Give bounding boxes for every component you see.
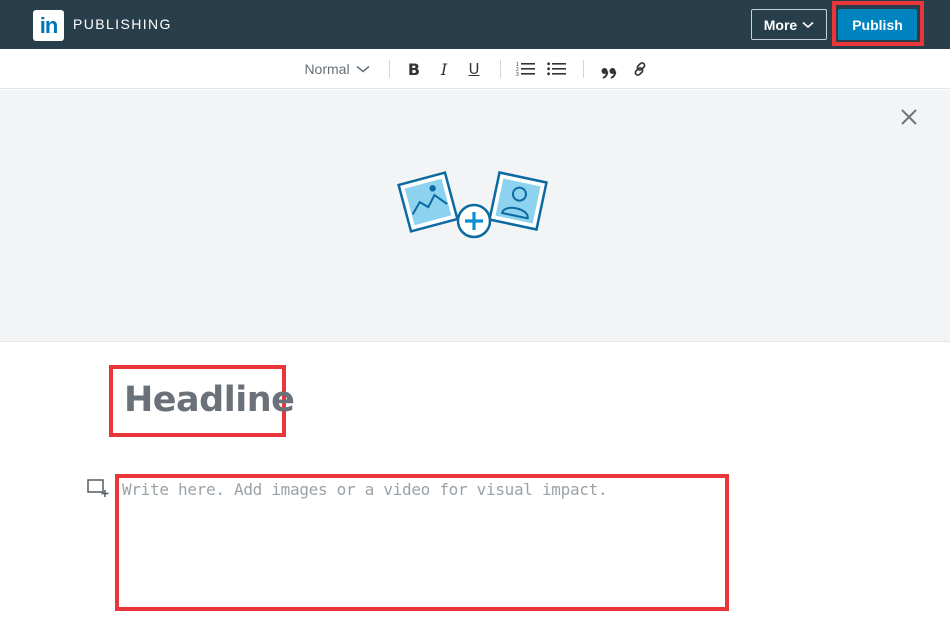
link-button[interactable] xyxy=(629,49,651,89)
linkedin-logo-icon[interactable]: in xyxy=(33,10,64,41)
toolbar-divider xyxy=(583,60,584,78)
brand-title: PUBLISHING xyxy=(73,16,172,32)
add-cover-image-icon[interactable] xyxy=(396,165,552,245)
quote-button[interactable] xyxy=(598,49,620,89)
toolbar-divider xyxy=(389,60,390,78)
bold-button[interactable]: B xyxy=(404,49,424,89)
chevron-down-icon xyxy=(356,65,370,73)
paragraph-style-select[interactable]: Normal xyxy=(298,49,376,89)
numbered-list-button[interactable]: 1 2 3 xyxy=(515,49,537,89)
insert-media-icon[interactable] xyxy=(86,478,110,498)
more-label: More xyxy=(763,16,798,33)
paragraph-style-value: Normal xyxy=(304,61,350,77)
numbered-list-icon: 1 2 3 xyxy=(516,62,535,77)
quote-icon xyxy=(601,68,617,79)
italic-button[interactable]: I xyxy=(434,49,454,89)
toolbar-divider xyxy=(500,60,501,78)
formatting-toolbar: Normal B I U 1 2 3 xyxy=(0,49,950,89)
chevron-down-icon xyxy=(802,21,814,28)
article-body-input[interactable]: Write here. Add images or a video for vi… xyxy=(122,480,608,499)
publish-button[interactable]: Publish xyxy=(838,9,917,40)
headline-input[interactable]: Headline xyxy=(124,380,295,420)
bullet-list-button[interactable] xyxy=(546,49,568,89)
link-icon xyxy=(634,62,646,76)
bullet-list-icon xyxy=(547,62,566,76)
close-icon[interactable] xyxy=(896,104,922,130)
logo-text: in xyxy=(39,13,59,38)
publishing-editor: in PUBLISHING More Publish Normal B I U … xyxy=(0,0,950,626)
underline-button[interactable]: U xyxy=(464,49,484,89)
top-bar: in PUBLISHING More Publish xyxy=(0,0,950,49)
svg-text:3: 3 xyxy=(516,72,519,77)
more-button[interactable]: More xyxy=(751,9,827,40)
